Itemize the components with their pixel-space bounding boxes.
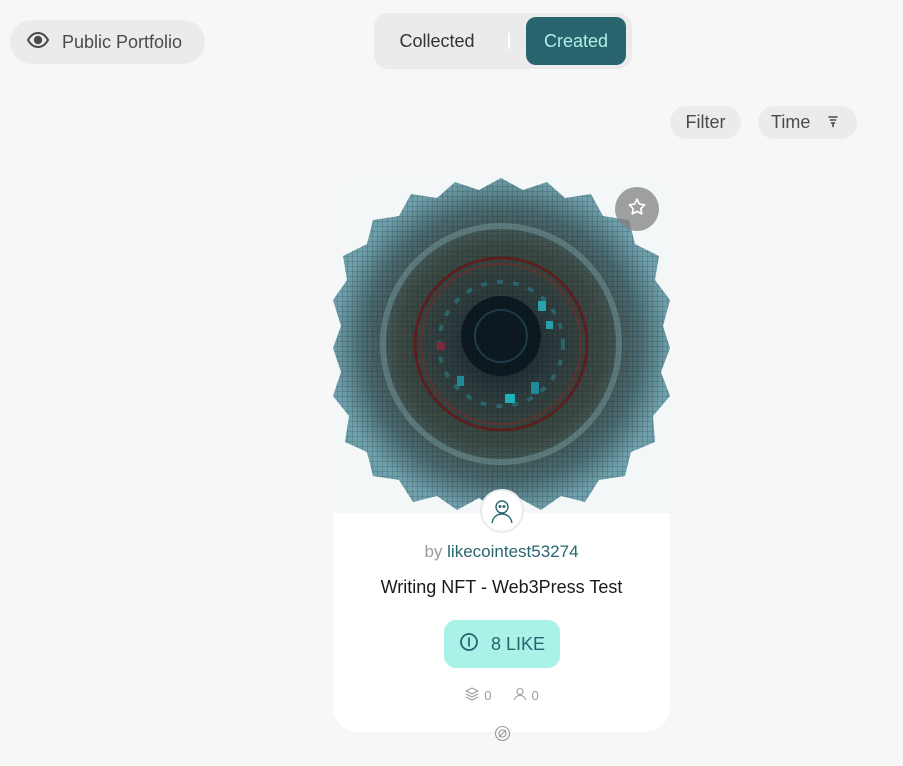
public-portfolio-label: Public Portfolio xyxy=(62,31,183,52)
likecoin-icon xyxy=(459,632,479,657)
creator-avatar[interactable] xyxy=(480,489,524,533)
price-label: 8 LIKE xyxy=(490,633,546,654)
creator-name-link[interactable]: likecointest53274 xyxy=(447,542,578,561)
public-portfolio-button[interactable]: Public Portfolio xyxy=(10,20,205,64)
tab-collected[interactable]: Collected xyxy=(378,17,496,65)
eye-icon xyxy=(26,28,50,57)
owners-count: 0 xyxy=(531,688,539,703)
layers-icon xyxy=(464,686,480,705)
nft-title[interactable]: Writing NFT - Web3Press Test xyxy=(333,577,670,598)
filter-button[interactable]: Filter xyxy=(670,106,741,139)
creator-byline: by likecointest53274 xyxy=(333,542,670,562)
nft-cover-image xyxy=(333,176,670,513)
sort-icon xyxy=(826,112,840,133)
person-icon xyxy=(512,686,528,705)
tab-divider xyxy=(508,33,510,49)
avatar-icon xyxy=(491,500,513,524)
nft-stats: 0 0 xyxy=(333,686,670,705)
portfolio-tab-switch: Collected Created xyxy=(374,13,632,69)
nft-artwork xyxy=(333,176,670,513)
sort-time-button[interactable]: Time xyxy=(758,106,857,139)
tab-created[interactable]: Created xyxy=(526,17,626,65)
sort-label: Time xyxy=(771,112,811,132)
chain-link-icon[interactable] xyxy=(494,725,511,742)
owners-count-stat: 0 xyxy=(512,686,539,705)
by-prefix: by xyxy=(424,542,443,561)
collected-count-stat: 0 xyxy=(464,686,492,705)
collect-price-button[interactable]: 8 LIKE xyxy=(444,620,560,668)
nft-card[interactable]: by likecointest53274 Writing NFT - Web3P… xyxy=(333,176,670,732)
favorite-button[interactable] xyxy=(615,187,659,231)
collected-count: 0 xyxy=(484,688,492,703)
star-icon xyxy=(626,196,648,223)
